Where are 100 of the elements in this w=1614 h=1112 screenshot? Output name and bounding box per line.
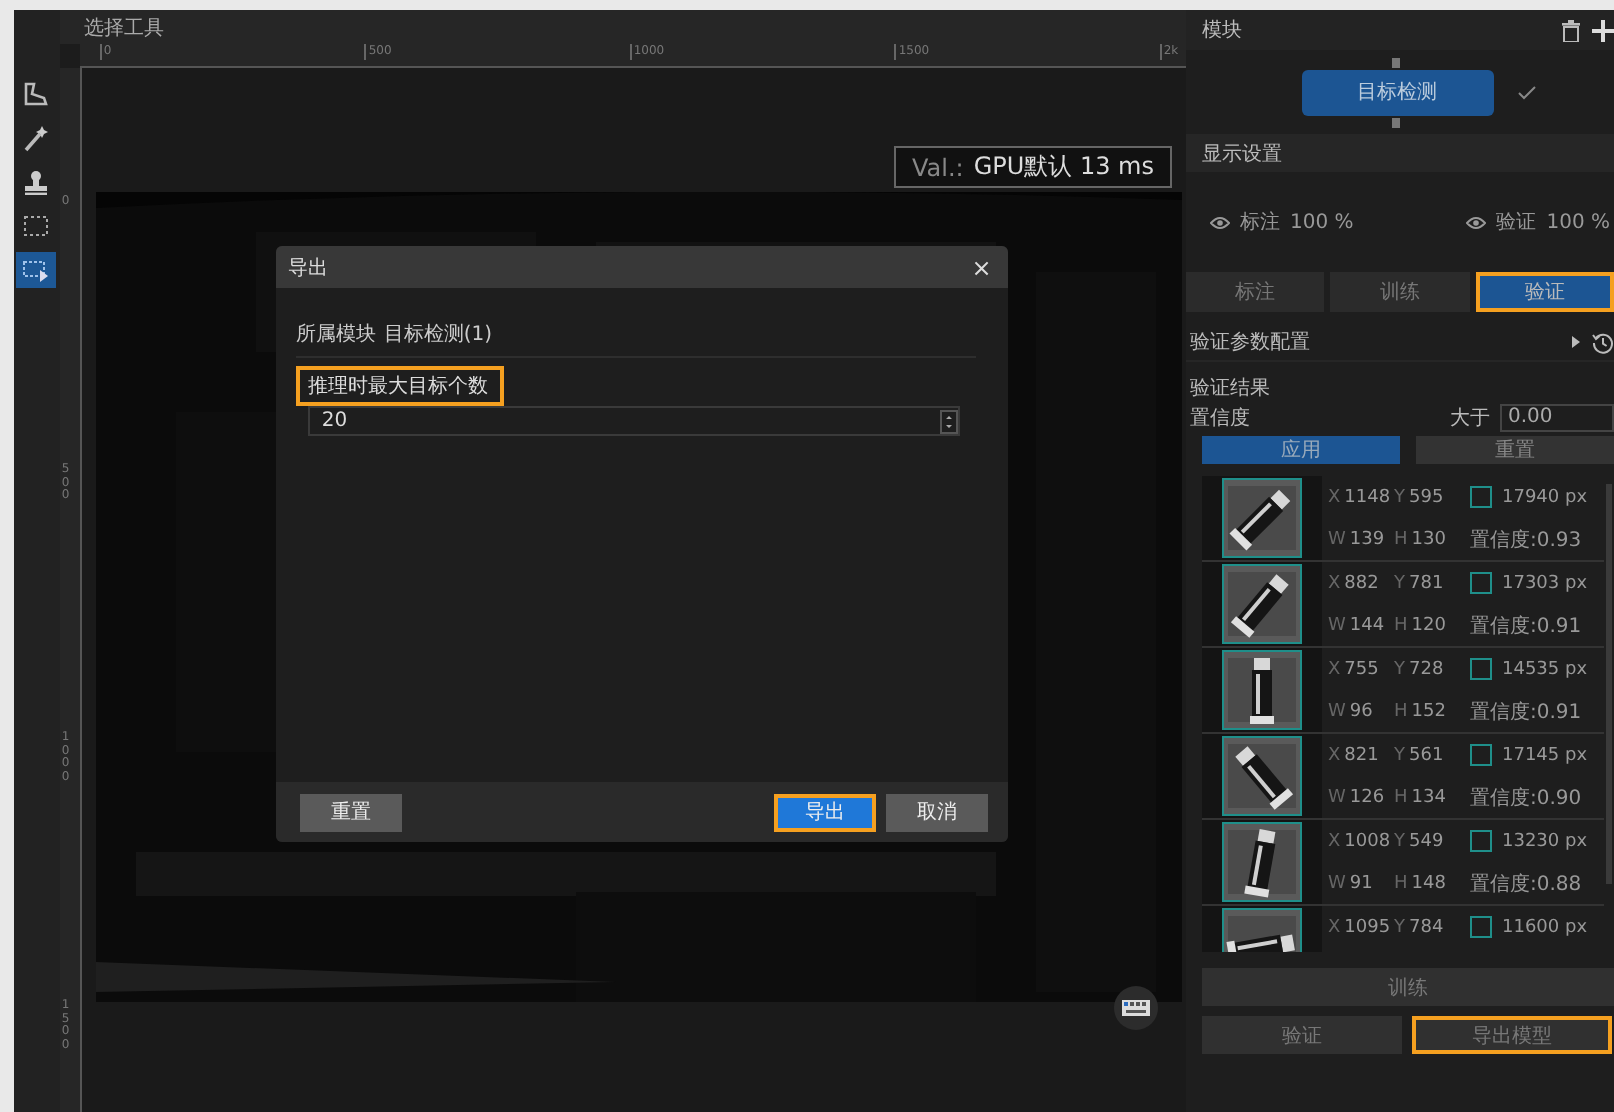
coord-label: Y bbox=[1394, 831, 1405, 851]
coord-value: 144 bbox=[1349, 615, 1385, 635]
dialog-title: 导出 bbox=[287, 255, 328, 281]
checkbox[interactable] bbox=[1470, 830, 1492, 852]
eye-icon[interactable] bbox=[1210, 215, 1230, 229]
eye-icon[interactable] bbox=[1466, 215, 1487, 229]
stamp-icon bbox=[22, 168, 51, 196]
coord-label: W bbox=[1328, 873, 1346, 893]
select-rectangle-icon bbox=[22, 256, 51, 284]
coord-value: 148 bbox=[1411, 873, 1446, 893]
coord-label: X bbox=[1328, 659, 1341, 679]
area-value: 17145 px bbox=[1502, 745, 1588, 765]
coord-label: H bbox=[1394, 787, 1408, 807]
trash-icon[interactable] bbox=[1562, 19, 1580, 41]
area-value: 14535 px bbox=[1502, 659, 1588, 679]
result-item[interactable]: X 821 Y 561 17145 px W 126 H 134 置信度:0.90 bbox=[1202, 734, 1604, 820]
checkbox[interactable] bbox=[1470, 744, 1492, 766]
mode-tab[interactable]: 标注 bbox=[1186, 272, 1325, 312]
coord-label: X bbox=[1328, 573, 1341, 593]
coord-value: 784 bbox=[1409, 917, 1444, 937]
coord-value: 130 bbox=[1411, 529, 1446, 549]
coord-value: 91 bbox=[1349, 873, 1373, 893]
coord-value: 755 bbox=[1344, 659, 1379, 679]
coord-value: 139 bbox=[1349, 529, 1385, 549]
panel-title: 模块 bbox=[1202, 17, 1242, 44]
coord-value: 728 bbox=[1409, 659, 1444, 679]
train-button[interactable]: 训练 bbox=[1202, 968, 1614, 1006]
coord-label: X bbox=[1328, 745, 1341, 765]
coord-value: 595 bbox=[1409, 487, 1444, 507]
validate-button[interactable]: 验证 bbox=[1202, 1016, 1402, 1054]
result-item[interactable]: X 1008 Y 549 13230 px W 91 H 148 置信度:0.88 bbox=[1202, 820, 1604, 906]
module-label: 所属模块 bbox=[295, 321, 376, 348]
max-objects-field[interactable]: 20 bbox=[307, 406, 960, 436]
result-item[interactable]: X 1148 Y 595 17940 px W 139 H 130 置信度:0.93 bbox=[1202, 476, 1604, 562]
coord-label: Y bbox=[1394, 917, 1405, 937]
section-title: 验证参数配置 bbox=[1190, 329, 1310, 356]
module-value: 目标检测(1) bbox=[383, 321, 493, 348]
coord-label: Y bbox=[1394, 573, 1405, 593]
coord-value: 1148 bbox=[1344, 487, 1391, 507]
coord-value: 561 bbox=[1409, 745, 1444, 765]
coord-label: W bbox=[1328, 529, 1346, 549]
coord-value: 1095 bbox=[1344, 917, 1391, 937]
checkbox[interactable] bbox=[1470, 916, 1492, 938]
result-item[interactable]: X 882 Y 781 17303 px W 144 H 120 置信度:0.91 bbox=[1202, 562, 1604, 648]
compare-label: 大于 bbox=[1450, 405, 1490, 431]
confidence-value: 置信度:0.88 bbox=[1470, 871, 1582, 897]
coord-label: H bbox=[1394, 701, 1408, 721]
section-title: 显示设置 bbox=[1202, 141, 1282, 167]
field-label: 推理时最大目标个数 bbox=[295, 366, 504, 406]
close-button[interactable]: × bbox=[971, 253, 992, 281]
area-value: 17940 px bbox=[1502, 487, 1588, 507]
mode-tab[interactable]: 训练 bbox=[1330, 272, 1470, 312]
spinner-icon[interactable] bbox=[939, 409, 958, 433]
checkbox[interactable] bbox=[1470, 486, 1492, 508]
expand-arrow-icon[interactable] bbox=[1572, 336, 1580, 348]
threshold-field[interactable]: 0.00 bbox=[1500, 403, 1614, 431]
add-icon[interactable] bbox=[1592, 19, 1614, 41]
apply-button[interactable]: 应用 bbox=[1202, 436, 1400, 464]
export-button[interactable]: 导出 bbox=[773, 793, 876, 831]
polygon-icon bbox=[22, 80, 51, 108]
keyboard-icon[interactable] bbox=[1113, 986, 1158, 1030]
mode-tab[interactable]: 验证 bbox=[1475, 272, 1614, 312]
checkbox[interactable] bbox=[1470, 658, 1492, 680]
coord-value: 96 bbox=[1349, 701, 1373, 721]
coord-label: X bbox=[1328, 487, 1341, 507]
opacity-value: 100 % bbox=[1290, 211, 1354, 233]
export-model-button[interactable]: 导出模型 bbox=[1412, 1016, 1612, 1054]
coord-value: 882 bbox=[1344, 573, 1379, 593]
coord-value: 821 bbox=[1344, 745, 1379, 765]
coord-label: Y bbox=[1394, 745, 1405, 765]
layer-label: 标注 bbox=[1240, 209, 1280, 236]
section-title: 验证结果 bbox=[1190, 375, 1270, 402]
reset-button[interactable]: 重置 bbox=[1416, 436, 1614, 464]
confidence-label: 置信度 bbox=[1190, 405, 1250, 431]
confidence-value: 置信度:0.90 bbox=[1470, 785, 1582, 811]
panel-title: 选择工具 bbox=[83, 15, 164, 41]
area-value: 11600 px bbox=[1502, 917, 1588, 937]
checkbox[interactable] bbox=[1470, 572, 1492, 594]
coord-value: 126 bbox=[1349, 787, 1385, 807]
module-node[interactable]: 目标检测 bbox=[1301, 69, 1493, 115]
cancel-button[interactable]: 取消 bbox=[885, 793, 988, 831]
reset-button[interactable]: 重置 bbox=[299, 793, 402, 831]
coord-value: 134 bbox=[1411, 787, 1446, 807]
area-value: 13230 px bbox=[1502, 831, 1588, 851]
coord-value: 549 bbox=[1409, 831, 1444, 851]
coord-label: Y bbox=[1394, 487, 1405, 507]
select-tool-button[interactable] bbox=[16, 252, 57, 288]
layer-label: 验证 bbox=[1496, 210, 1537, 236]
opacity-value: 100 % bbox=[1546, 211, 1610, 233]
coord-label: X bbox=[1328, 831, 1341, 851]
confidence-value: 置信度:0.91 bbox=[1470, 699, 1582, 725]
coord-value: 120 bbox=[1411, 615, 1446, 635]
coord-label: H bbox=[1394, 873, 1408, 893]
area-value: 17303 px bbox=[1502, 573, 1588, 593]
confidence-value: 置信度:0.91 bbox=[1470, 613, 1582, 639]
history-icon[interactable] bbox=[1592, 331, 1614, 353]
coord-label: W bbox=[1328, 615, 1346, 635]
coord-label: Y bbox=[1394, 659, 1405, 679]
result-item[interactable]: X 755 Y 728 14535 px W 96 H 152 置信度:0.91 bbox=[1202, 648, 1604, 734]
coord-label: H bbox=[1394, 615, 1408, 635]
